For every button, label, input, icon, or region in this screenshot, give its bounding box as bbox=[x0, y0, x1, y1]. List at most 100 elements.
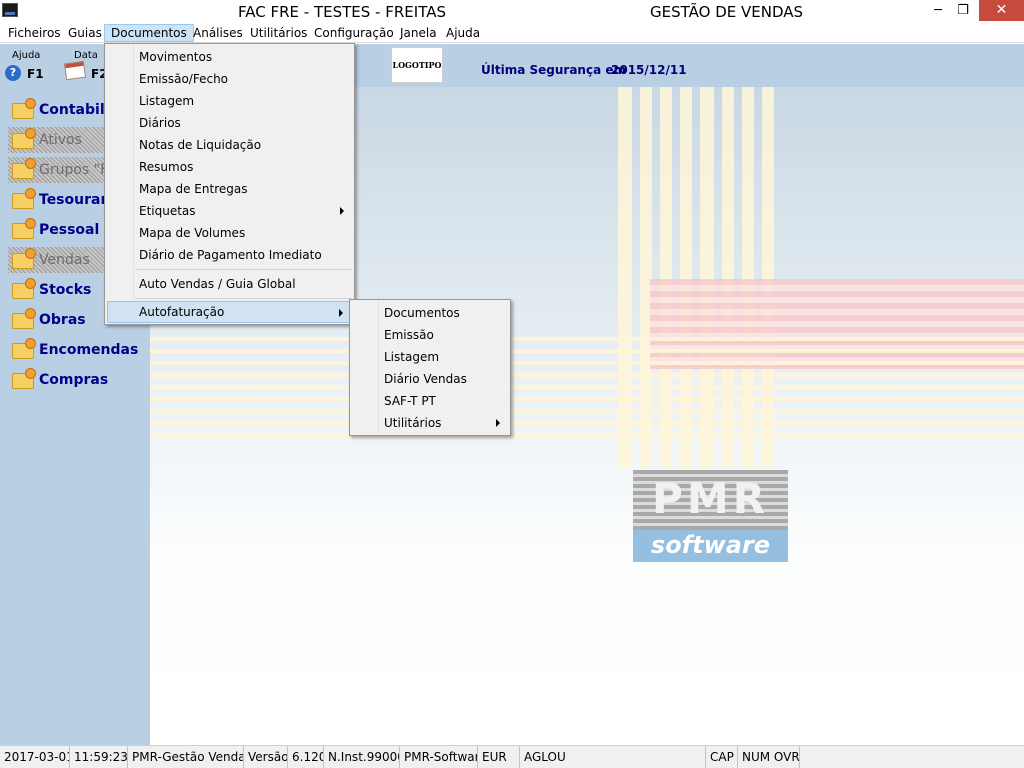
folder-icon bbox=[12, 188, 36, 209]
sidebar-item-label: Pessoal bbox=[39, 222, 100, 238]
menu-documentos[interactable]: Documentos bbox=[104, 24, 194, 42]
submenu-item-documentos[interactable]: Documentos bbox=[352, 302, 508, 324]
status-bar: 2017-03-01 11:59:23 PMR-Gestão Vendas Ve… bbox=[0, 745, 1024, 768]
menu-bar: Ficheiros Guias Documentos Análises Util… bbox=[0, 23, 1024, 43]
folder-icon bbox=[12, 308, 36, 329]
menu-item-notas-liquidacao[interactable]: Notas de Liquidação bbox=[107, 134, 352, 156]
submenu-item-utilitarios[interactable]: Utilitários bbox=[352, 412, 508, 434]
decor-line bbox=[150, 337, 1024, 341]
menu-item-label: Utilitários bbox=[384, 416, 442, 430]
status-num-ovr: NUM OVR bbox=[738, 746, 800, 768]
sidebar-item-label: Obras bbox=[39, 312, 86, 328]
menu-item-label: Etiquetas bbox=[139, 204, 196, 218]
brand-software-banner: software bbox=[633, 530, 788, 562]
sidebar-item-vendas: Vendas bbox=[8, 247, 104, 273]
sidebar-item-compras[interactable]: Compras bbox=[8, 367, 150, 393]
brand-pmr: PMR bbox=[652, 474, 769, 523]
sidebar-item-label: Encomendas bbox=[39, 342, 139, 358]
menu-item-mapa-volumes[interactable]: Mapa de Volumes bbox=[107, 222, 352, 244]
decor-line bbox=[150, 385, 1024, 389]
decor-line bbox=[150, 433, 1024, 437]
sidebar-item-label: Stocks bbox=[39, 282, 92, 298]
menu-guias[interactable]: Guias bbox=[62, 24, 108, 42]
folder-icon bbox=[12, 278, 36, 299]
company-logo: LOGOTIPO bbox=[391, 47, 443, 83]
folder-icon bbox=[12, 128, 36, 149]
decor-line bbox=[150, 373, 1024, 377]
status-currency: EUR bbox=[478, 746, 520, 768]
folder-icon bbox=[12, 338, 36, 359]
status-user: AGLOU bbox=[520, 746, 706, 768]
brand-software: software bbox=[650, 531, 771, 559]
calendar-icon bbox=[63, 60, 87, 81]
submenu-arrow-icon bbox=[496, 419, 500, 427]
folder-icon bbox=[12, 158, 36, 179]
sidebar-item-label: Ativos bbox=[39, 132, 82, 148]
folder-icon bbox=[12, 368, 36, 389]
folder-icon bbox=[12, 248, 36, 269]
menu-item-mapa-entregas[interactable]: Mapa de Entregas bbox=[107, 178, 352, 200]
module-title: GESTÃO DE VENDAS bbox=[650, 3, 804, 21]
decor-line bbox=[150, 397, 1024, 401]
status-empty bbox=[800, 746, 1024, 768]
sidebar-item-label: Compras bbox=[39, 372, 109, 388]
status-time: 11:59:23 bbox=[70, 746, 128, 768]
window-title: FAC FRE - TESTES - FREITAS bbox=[238, 3, 446, 21]
menu-item-diario-pagamento[interactable]: Diário de Pagamento Imediato bbox=[107, 244, 352, 266]
help-button[interactable]: Ajuda ? F1 bbox=[0, 48, 50, 84]
menu-configuracao[interactable]: Configuração bbox=[308, 24, 400, 42]
decor-line bbox=[150, 421, 1024, 425]
app-icon[interactable] bbox=[2, 3, 18, 17]
decor-line bbox=[150, 409, 1024, 413]
menu-analises[interactable]: Análises bbox=[187, 24, 249, 42]
menu-item-autofaturacao[interactable]: Autofaturação bbox=[107, 301, 352, 323]
status-version: 6.120 bbox=[288, 746, 324, 768]
menu-item-etiquetas[interactable]: Etiquetas bbox=[107, 200, 352, 222]
status-version-label: Versão bbox=[244, 746, 288, 768]
close-button[interactable]: ✕ bbox=[979, 0, 1024, 21]
submenu-item-emissao[interactable]: Emissão bbox=[352, 324, 508, 346]
submenu-arrow-icon bbox=[340, 207, 344, 215]
status-date: 2017-03-01 bbox=[0, 746, 70, 768]
menu-item-auto-vendas[interactable]: Auto Vendas / Guia Global bbox=[107, 273, 352, 295]
status-vendor: PMR-Software bbox=[400, 746, 478, 768]
menu-item-listagem[interactable]: Listagem bbox=[107, 90, 352, 112]
status-cap: CAP bbox=[706, 746, 738, 768]
menu-item-label: Autofaturação bbox=[139, 305, 225, 319]
decor-line bbox=[150, 361, 1024, 365]
sidebar-item-encomendas[interactable]: Encomendas bbox=[8, 337, 150, 363]
brand-logo: PMR bbox=[633, 470, 788, 530]
menu-item-resumos[interactable]: Resumos bbox=[107, 156, 352, 178]
submenu-item-diario-vendas[interactable]: Diário Vendas bbox=[352, 368, 508, 390]
decor-line bbox=[150, 349, 1024, 353]
help-key: F1 bbox=[27, 67, 44, 81]
menu-item-emissao-fecho[interactable]: Emissão/Fecho bbox=[107, 68, 352, 90]
menu-item-diarios[interactable]: Diários bbox=[107, 112, 352, 134]
autofaturacao-submenu: Documentos Emissão Listagem Diário Venda… bbox=[349, 299, 511, 436]
date-label: Data bbox=[74, 50, 98, 61]
folder-icon bbox=[12, 98, 36, 119]
last-backup-label: Última Segurança em bbox=[481, 63, 626, 77]
menu-ficheiros[interactable]: Ficheiros bbox=[2, 24, 67, 42]
submenu-arrow-icon bbox=[339, 309, 343, 317]
sidebar-item-ativos: Ativos bbox=[8, 127, 104, 153]
submenu-item-saft-pt[interactable]: SAF-T PT bbox=[352, 390, 508, 412]
last-backup-date: 2015/12/11 bbox=[611, 63, 687, 77]
help-label: Ajuda bbox=[12, 50, 41, 61]
status-install: N.Inst.99000 bbox=[324, 746, 400, 768]
menu-ajuda[interactable]: Ajuda bbox=[440, 24, 486, 42]
sidebar-item-label: Vendas bbox=[39, 252, 90, 268]
menu-utilitarios[interactable]: Utilitários bbox=[244, 24, 313, 42]
menu-item-movimentos[interactable]: Movimentos bbox=[107, 46, 352, 68]
menu-separator bbox=[135, 269, 352, 270]
title-bar: FAC FRE - TESTES - FREITAS GESTÃO DE VEN… bbox=[0, 0, 1024, 23]
status-product: PMR-Gestão Vendas bbox=[128, 746, 244, 768]
submenu-item-listagem[interactable]: Listagem bbox=[352, 346, 508, 368]
sidebar-item-grupos: Grupos "Fa bbox=[8, 157, 115, 183]
help-icon: ? bbox=[5, 65, 21, 81]
decor-band bbox=[650, 279, 1024, 369]
folder-icon bbox=[12, 218, 36, 239]
menu-separator bbox=[135, 298, 352, 299]
restore-button[interactable]: ❐ bbox=[947, 0, 979, 21]
menu-janela[interactable]: Janela bbox=[394, 24, 443, 42]
